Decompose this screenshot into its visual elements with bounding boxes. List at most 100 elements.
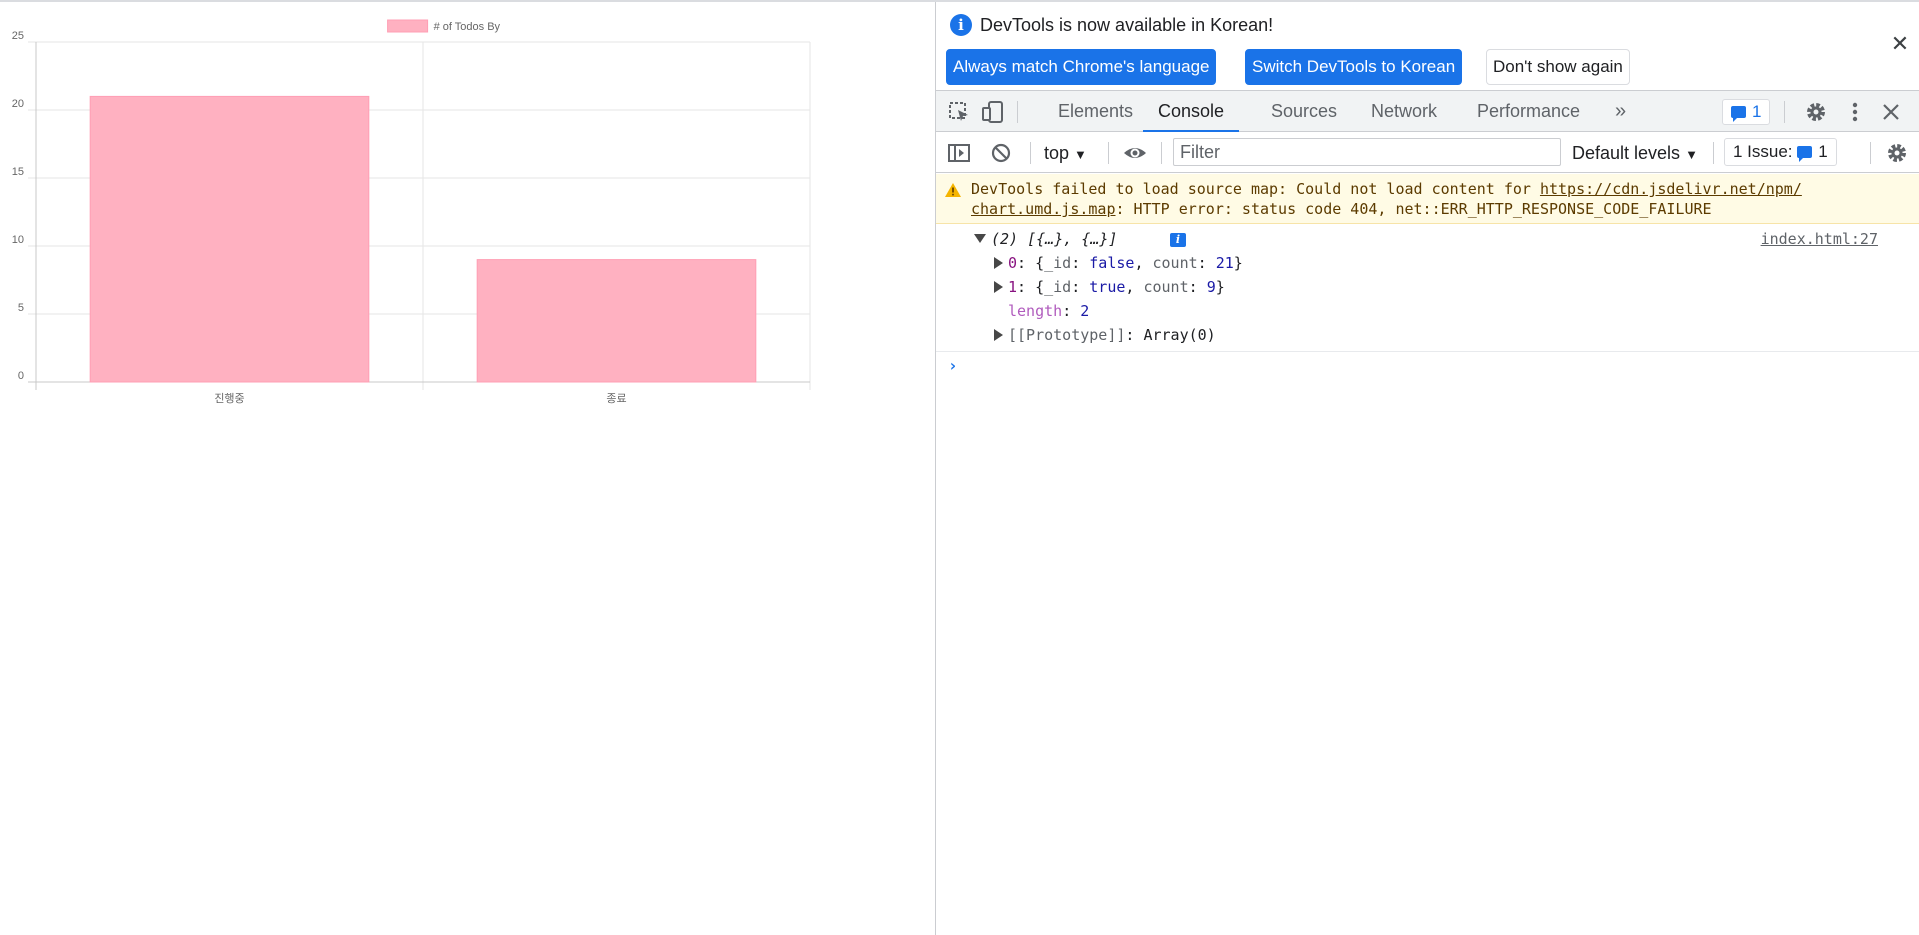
item-punct: ,: [1134, 254, 1153, 272]
issues-button[interactable]: 1 Issue: 1: [1724, 138, 1837, 166]
bar-chart: 0 5 10 15 20 25 진행중 종료 # of Todos By: [12, 19, 811, 405]
item-punct: :: [1197, 254, 1216, 272]
toolbar-separator: [1030, 142, 1031, 164]
issue-message-icon: [1797, 146, 1813, 162]
bar-진행중: [89, 95, 370, 383]
chevron-down-icon: ▼: [1685, 147, 1698, 162]
warning-text: DevTools failed to load source map: Coul…: [971, 179, 1901, 219]
item-count-value: 9: [1206, 278, 1216, 296]
console-settings-gear-icon[interactable]: [1884, 140, 1910, 166]
toolbar-separator: [1870, 142, 1871, 164]
infobar-message: DevTools is now available in Korean!: [980, 15, 1274, 35]
length-key: length: [1008, 302, 1063, 320]
toolbar-separator: [1784, 101, 1785, 123]
source-map-url-link-continued[interactable]: chart.umd.js.map: [971, 200, 1116, 218]
close-devtools-icon[interactable]: [1878, 99, 1904, 125]
toolbar-separator: [1713, 142, 1714, 164]
warning-message: DevTools failed to load source map: Coul…: [936, 174, 1919, 224]
switch-to-korean-button[interactable]: Switch DevTools to Korean: [1245, 49, 1463, 85]
length-punct: :: [1062, 302, 1081, 320]
message-icon: [1731, 106, 1746, 122]
prototype-punct: :: [1125, 326, 1144, 344]
info-icon: i: [950, 14, 972, 36]
device-toolbar-icon[interactable]: [980, 99, 1006, 125]
item-count-key: count: [1152, 254, 1198, 272]
source-map-url-link[interactable]: https://cdn.jsdelivr.net/npm/: [1540, 180, 1802, 198]
clear-console-icon[interactable]: [988, 140, 1014, 166]
length-value: 2: [1080, 302, 1090, 320]
toolbar-separator: [1108, 142, 1109, 164]
page-viewport: 0 5 10 15 20 25 진행중 종료 # of Todos By: [0, 2, 935, 935]
dont-show-again-button[interactable]: Don't show again: [1486, 49, 1630, 85]
collapse-triangle-icon[interactable]: [974, 234, 986, 243]
item-punct: :: [1188, 278, 1207, 296]
item-punct: ,: [1125, 278, 1144, 296]
context-value: top: [1044, 143, 1070, 163]
tab-performance[interactable]: Performance: [1477, 91, 1580, 132]
console-filterbar: top ▼ Default levels ▼ 1 Issue: 1: [936, 133, 1919, 173]
devtools-tabbar: Elements Console Sources Network Perform…: [936, 90, 1919, 132]
y-tick-label: 10: [12, 234, 24, 246]
issues-label: 1 Issue:: [1733, 142, 1793, 161]
item-index: 0: [1008, 254, 1018, 272]
legend-swatch: [387, 19, 429, 33]
item-id-value: false: [1089, 254, 1135, 272]
devtools-panel: i DevTools is now available in Korean! A…: [935, 2, 1919, 935]
language-infobar: i DevTools is now available in Korean! A…: [936, 2, 1919, 88]
y-tick-label: 20: [12, 98, 24, 110]
log-levels-dropdown[interactable]: Default levels ▼: [1572, 140, 1698, 168]
item-punct: : {: [1017, 278, 1045, 296]
toolbar-separator: [1161, 142, 1162, 164]
console-output: DevTools failed to load source map: Coul…: [936, 174, 1919, 935]
settings-gear-icon[interactable]: [1803, 99, 1829, 125]
y-tick-label: 25: [12, 30, 24, 42]
item-index: 1: [1008, 278, 1018, 296]
more-tabs-icon[interactable]: »: [1615, 91, 1626, 132]
legend-label: # of Todos By: [434, 21, 501, 33]
bar-종료: [476, 259, 757, 383]
item-punct: :: [1071, 254, 1090, 272]
always-match-language-button[interactable]: Always match Chrome's language: [946, 49, 1217, 85]
item-id-key: _id: [1044, 254, 1072, 272]
inspect-element-icon[interactable]: [946, 99, 972, 125]
toolbar-separator: [1017, 101, 1018, 123]
warning-suffix: : HTTP error: status code 404, net::ERR_…: [1115, 200, 1712, 218]
item-punct: }: [1233, 254, 1243, 272]
context-selector[interactable]: top ▼: [1044, 140, 1087, 166]
expand-triangle-icon[interactable]: [994, 257, 1003, 269]
warning-icon: [945, 183, 961, 197]
source-location-link[interactable]: index.html:27: [1761, 229, 1878, 249]
y-tick-label: 5: [18, 302, 24, 314]
issues-count: 1: [1818, 142, 1828, 161]
item-count-key: count: [1143, 278, 1189, 296]
x-tick-label: 진행중: [214, 392, 244, 405]
warning-prefix: DevTools failed to load source map: Coul…: [971, 180, 1540, 198]
tab-network[interactable]: Network: [1371, 91, 1437, 132]
messages-count: 1: [1752, 102, 1762, 121]
item-id-key: _id: [1044, 278, 1072, 296]
sidebar-toggle-icon[interactable]: [946, 140, 972, 166]
expand-triangle-icon[interactable]: [994, 329, 1003, 341]
item-count-value: 21: [1215, 254, 1234, 272]
live-expression-eye-icon[interactable]: [1122, 140, 1148, 166]
close-icon[interactable]: ✕: [1890, 33, 1910, 55]
tab-console[interactable]: Console: [1143, 91, 1240, 132]
filter-input[interactable]: [1173, 138, 1561, 166]
array-summary-text: (2) [{…}, {…}]: [991, 230, 1118, 248]
prompt-chevron-icon: ›: [948, 356, 958, 375]
item-punct: : {: [1017, 254, 1045, 272]
more-options-icon[interactable]: [1842, 99, 1868, 125]
item-punct: }: [1215, 278, 1225, 296]
y-tick-label: 15: [12, 166, 24, 178]
messages-badge[interactable]: 1: [1722, 99, 1771, 125]
log-levels-value: Default levels: [1572, 143, 1681, 163]
tab-elements[interactable]: Elements: [1058, 91, 1133, 132]
info-icon[interactable]: i: [1170, 233, 1186, 247]
y-tick-label: 0: [18, 370, 24, 382]
prototype-key: [[Prototype]]: [1008, 326, 1126, 344]
expand-triangle-icon[interactable]: [994, 281, 1003, 293]
item-punct: :: [1071, 278, 1090, 296]
console-prompt[interactable]: ›: [936, 351, 1919, 381]
tab-sources[interactable]: Sources: [1271, 91, 1337, 132]
x-tick-label: 종료: [606, 393, 626, 405]
